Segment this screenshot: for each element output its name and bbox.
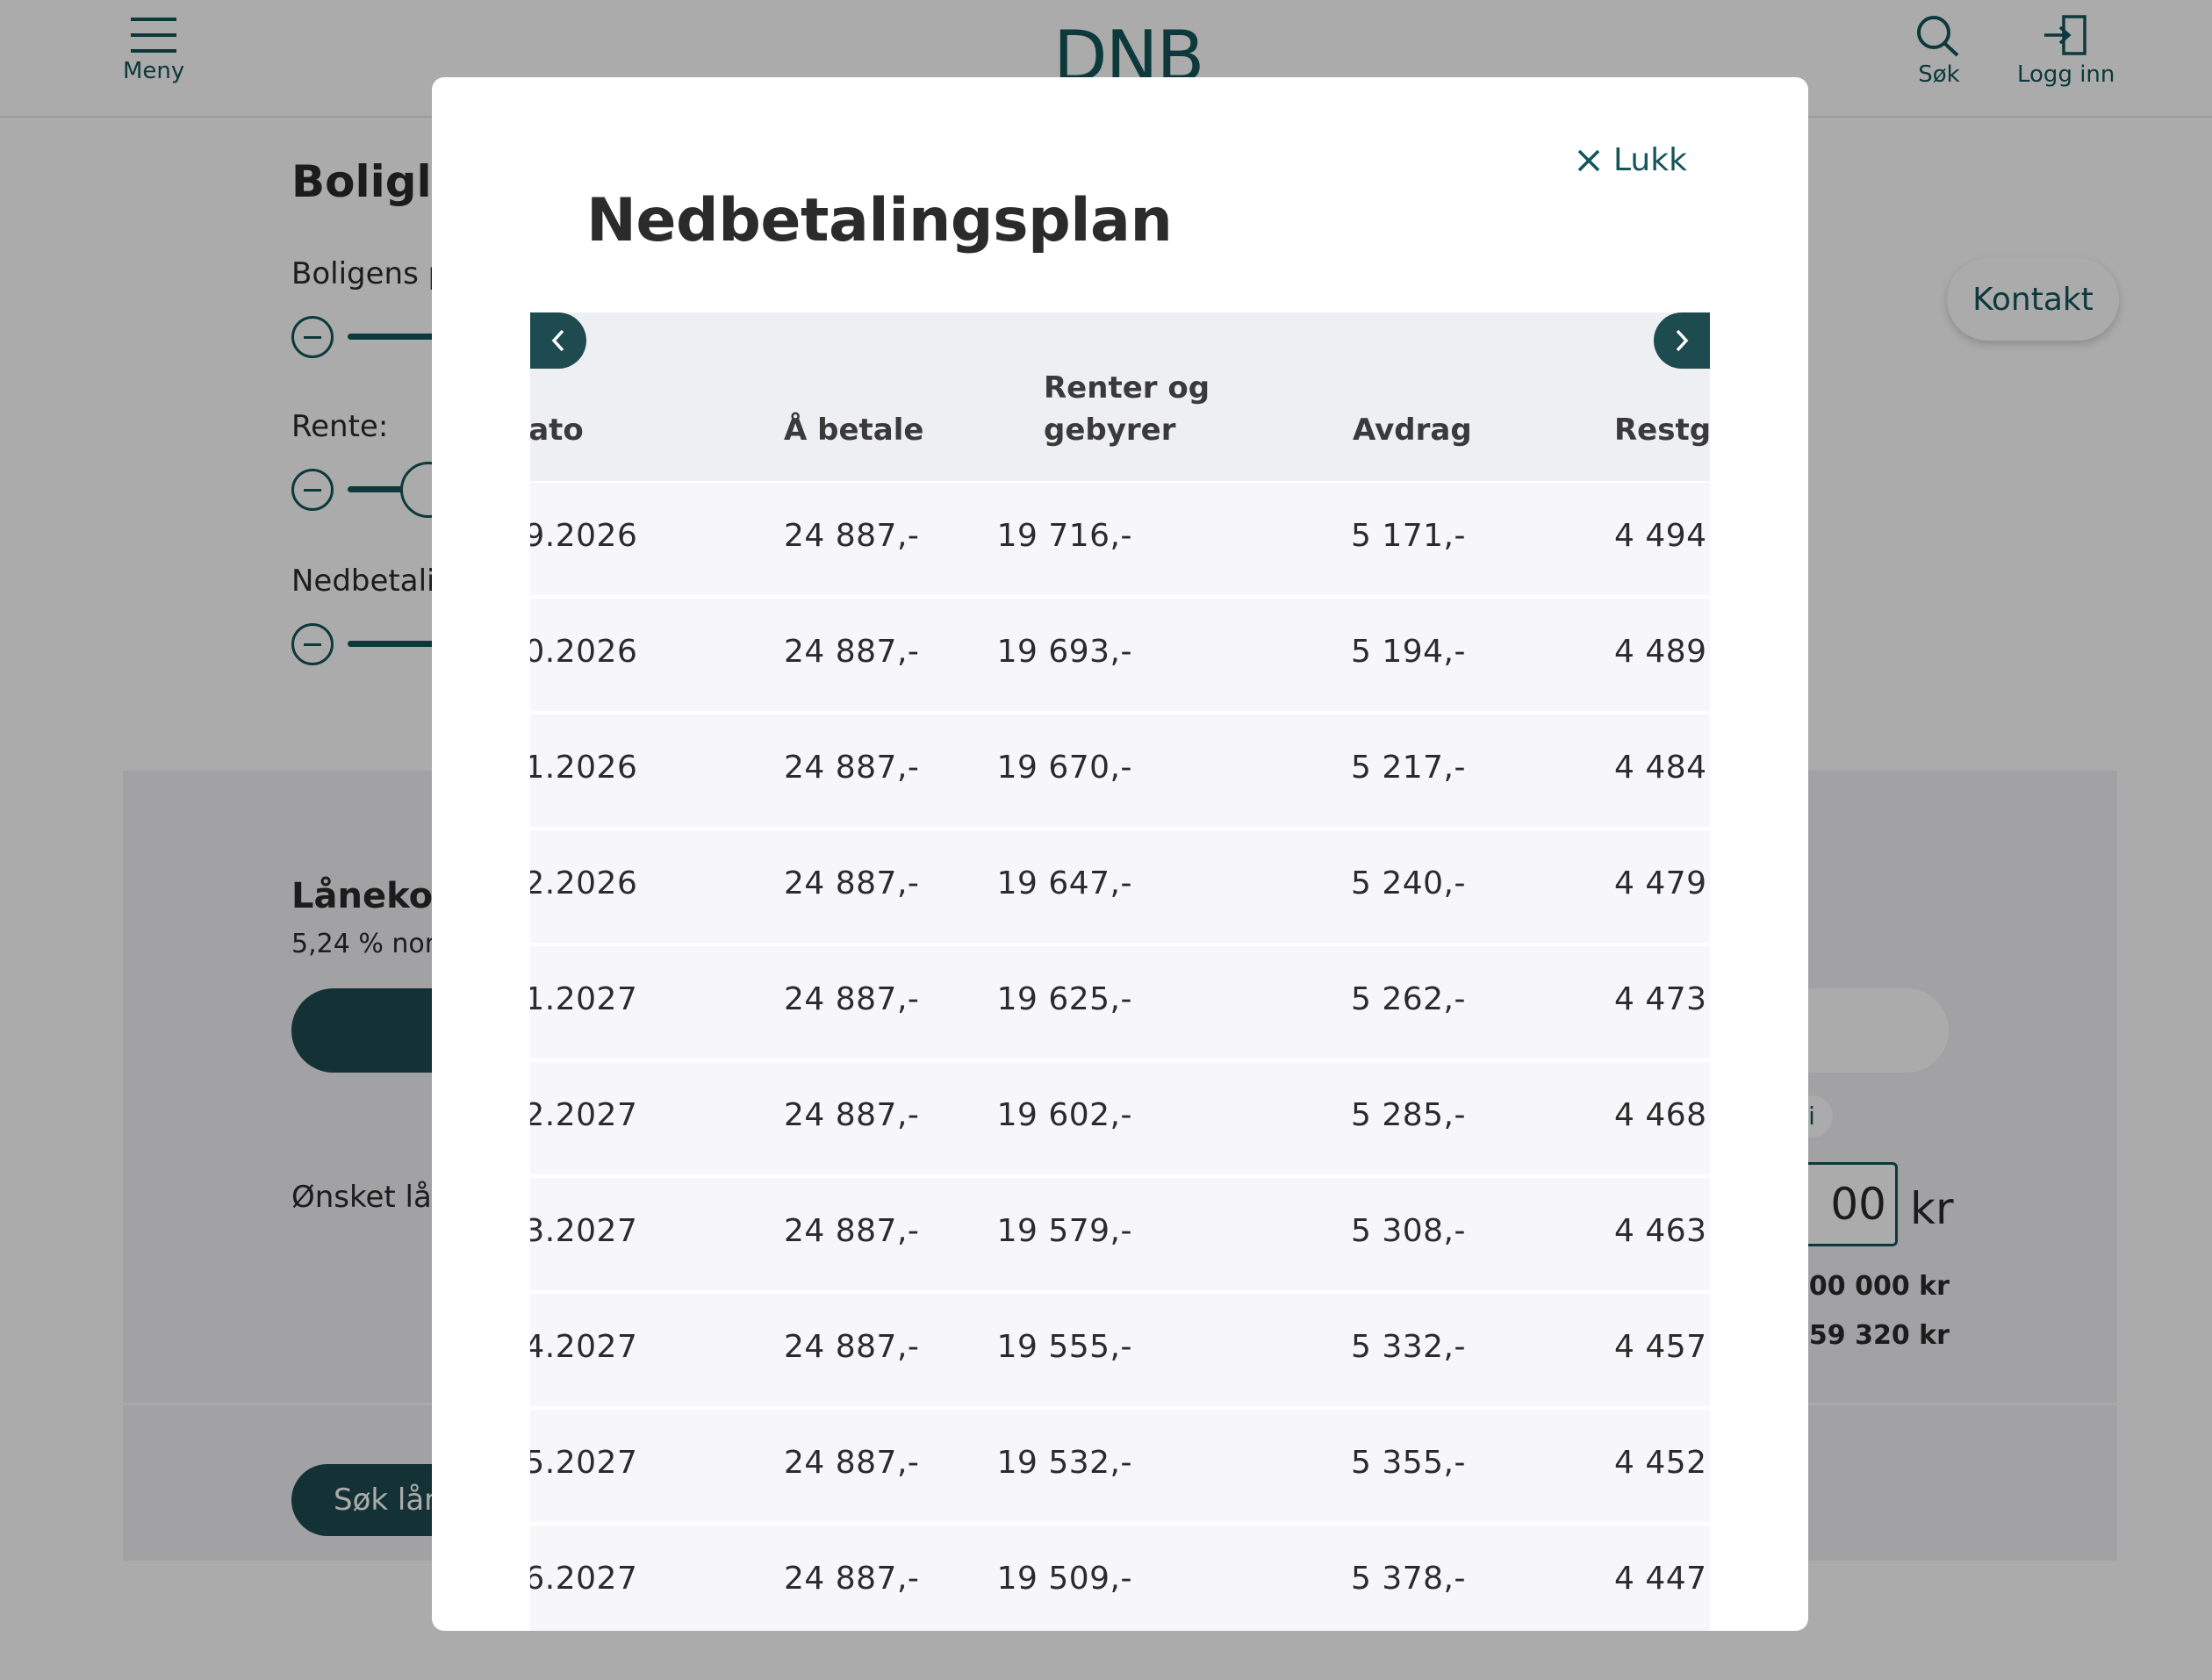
column-header-remaining: Restgjeld [1614, 413, 1710, 448]
cell-date: 11.2026 [530, 750, 638, 786]
cell-interest: 19 647,- [996, 865, 1132, 901]
table-row: 06.202724 887,-19 509,-5 378,-4 447 2 [530, 1526, 1710, 1631]
chevron-right-icon [1676, 329, 1689, 352]
cell-date: 10.2026 [530, 634, 638, 670]
cell-remaining: 4 494 8 [1614, 518, 1710, 554]
cell-installment: 5 217,- [1351, 750, 1466, 786]
column-header-interest-line2: gebyrer [1044, 413, 1176, 448]
cell-interest: 19 693,- [996, 634, 1132, 670]
table-row: 04.202724 887,-19 555,-5 332,-4 457 9 [530, 1294, 1710, 1406]
cell-interest: 19 555,- [996, 1329, 1132, 1365]
table-header-row: Dato Å betale Renter og gebyrer Avdrag R… [530, 312, 1710, 481]
table-row: 02.202724 887,-19 602,-5 285,-4 468 6 [530, 1062, 1710, 1174]
table-row: 10.202624 887,-19 693,-5 194,-4 489 6 [530, 599, 1710, 711]
cell-remaining: 4 489 6 [1614, 634, 1710, 670]
close-label: Lukk [1613, 142, 1687, 178]
scroll-right-button[interactable] [1654, 312, 1710, 369]
table-row: 12.202624 887,-19 647,-5 240,-4 479 1 [530, 830, 1710, 943]
cell-installment: 5 378,- [1351, 1561, 1466, 1597]
cell-remaining: 4 463 3 [1614, 1213, 1710, 1249]
cell-installment: 5 262,- [1351, 981, 1466, 1017]
cell-date: 03.2027 [530, 1213, 638, 1249]
cell-interest: 19 716,- [996, 518, 1132, 554]
cell-installment: 5 240,- [1351, 865, 1466, 901]
cell-date: 04.2027 [530, 1329, 638, 1365]
cell-date: 01.2027 [530, 981, 638, 1017]
cell-interest: 19 509,- [996, 1561, 1132, 1597]
column-header-installment: Avdrag [1353, 413, 1472, 448]
cell-remaining: 4 457 9 [1614, 1329, 1710, 1365]
cell-interest: 19 532,- [996, 1445, 1132, 1481]
column-header-to-pay: Å betale [784, 413, 924, 448]
column-header-interest-line1: Renter og [1044, 370, 1210, 406]
cell-date: 06.2027 [530, 1561, 638, 1597]
cell-remaining: 4 468 6 [1614, 1097, 1710, 1133]
cell-installment: 5 355,- [1351, 1445, 1466, 1481]
close-button[interactable]: Lukk [1576, 142, 1687, 178]
cell-date: 09.2026 [530, 518, 638, 554]
column-header-date: Dato [530, 413, 584, 448]
cell-installment: 5 308,- [1351, 1213, 1466, 1249]
cell-interest: 19 670,- [996, 750, 1132, 786]
table-row: 11.202624 887,-19 670,-5 217,-4 484 4 [530, 714, 1710, 827]
cell-interest: 19 602,- [996, 1097, 1132, 1133]
cell-date: 12.2026 [530, 865, 638, 901]
cell-remaining: 4 484 4 [1614, 750, 1710, 786]
cell-remaining: 4 452 6 [1614, 1445, 1710, 1481]
table-row: 05.202724 887,-19 532,-5 355,-4 452 6 [530, 1410, 1710, 1522]
cell-date: 02.2027 [530, 1097, 638, 1133]
cell-interest: 19 579,- [996, 1213, 1132, 1249]
table-row: 01.202724 887,-19 625,-5 262,-4 473 9 [530, 946, 1710, 1059]
cell-interest: 19 625,- [996, 981, 1132, 1017]
cell-installment: 5 285,- [1351, 1097, 1466, 1133]
cell-remaining: 4 473 9 [1614, 981, 1710, 1017]
cell-date: 05.2027 [530, 1445, 638, 1481]
cell-installment: 5 171,- [1351, 518, 1466, 554]
scroll-left-button[interactable] [530, 312, 586, 369]
payment-plan-modal: Lukk Nedbetalingsplan Dato Å betale Rent… [432, 77, 1808, 1631]
close-icon [1577, 149, 1600, 171]
chevron-left-icon [551, 329, 564, 352]
cell-installment: 5 332,- [1351, 1329, 1466, 1365]
modal-title: Nedbetalingsplan [586, 186, 1173, 255]
table-row: 09.202624 887,-19 716,-5 171,-4 494 8 [530, 483, 1710, 595]
payment-plan-table[interactable]: Dato Å betale Renter og gebyrer Avdrag R… [530, 312, 1710, 1631]
table-row: 03.202724 887,-19 579,-5 308,-4 463 3 [530, 1178, 1710, 1290]
cell-installment: 5 194,- [1351, 634, 1466, 670]
cell-remaining: 4 447 2 [1614, 1561, 1710, 1597]
cell-remaining: 4 479 1 [1614, 865, 1710, 901]
